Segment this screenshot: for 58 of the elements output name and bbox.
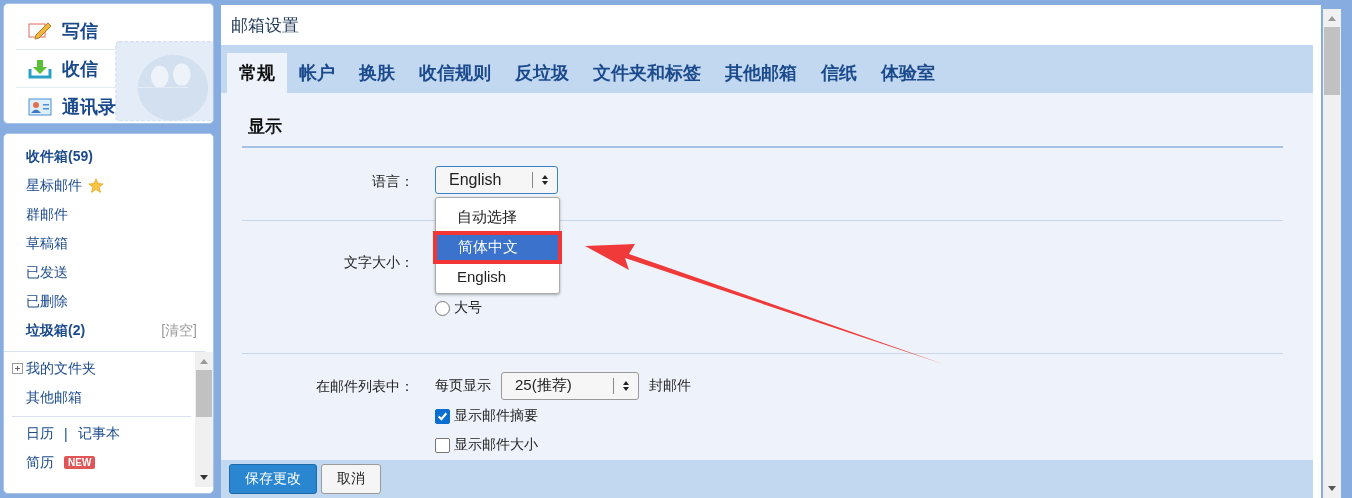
page-title: 邮箱设置 — [230, 14, 300, 37]
pencil-icon — [28, 20, 52, 41]
separator-text: | — [64, 425, 68, 442]
field-label: 文字大小： — [343, 253, 415, 272]
folder-link[interactable]: 星标邮件 — [26, 176, 82, 195]
star-icon — [88, 177, 104, 194]
scrollbar[interactable] — [1323, 9, 1341, 498]
cancel-button[interactable]: 取消 — [321, 463, 381, 494]
scroll-down-icon[interactable] — [1327, 486, 1337, 492]
radio-option[interactable]: 大号 — [435, 293, 482, 323]
settings-tab[interactable]: 信纸 — [809, 52, 869, 93]
expand-icon[interactable] — [12, 363, 23, 374]
dropdown-option[interactable]: English — [436, 264, 559, 288]
settings-tab[interactable]: 收信规则 — [407, 52, 503, 93]
settings-tab[interactable]: 帐户 — [287, 52, 347, 93]
unit-label: 封邮件 — [649, 376, 691, 395]
settings-tab[interactable]: 换肤 — [347, 52, 407, 93]
scroll-thumb[interactable] — [1324, 27, 1340, 95]
calendar-link[interactable]: 日历 — [26, 424, 54, 443]
download-tray-icon — [28, 58, 52, 79]
new-badge: NEW — [64, 456, 96, 469]
folder-link[interactable]: 已删除 — [26, 292, 68, 311]
section-title: 显示 — [242, 92, 1283, 148]
dropdown-option[interactable]: 简体中文 — [437, 234, 558, 260]
checkbox-option[interactable]: 显示邮件大小 — [435, 430, 691, 460]
per-page-select[interactable]: 25(推荐) — [501, 371, 639, 400]
settings-tab[interactable]: 常规 — [227, 52, 287, 93]
scroll-thumb[interactable] — [196, 370, 212, 417]
scroll-up-icon[interactable] — [1327, 15, 1337, 21]
nav-link[interactable]: 通讯录 — [16, 87, 188, 123]
notes-link[interactable]: 记事本 — [77, 424, 120, 443]
folder-link[interactable]: 垃圾箱(2) — [26, 321, 86, 340]
scroll-up-icon[interactable] — [199, 358, 209, 364]
folder-link[interactable]: 群邮件 — [26, 205, 68, 224]
settings-tab[interactable]: 反垃圾 — [503, 52, 581, 93]
up-down-icon — [622, 379, 630, 392]
settings-tab[interactable]: 文件夹和标签 — [581, 52, 713, 93]
folder-link[interactable]: 已发送 — [26, 263, 68, 282]
resume-link[interactable]: 简历 — [26, 453, 54, 472]
field-label: 在邮件列表中： — [315, 376, 415, 396]
dropdown-option[interactable]: 自动选择 — [436, 204, 559, 230]
settings-tab[interactable]: 体验室 — [869, 52, 947, 93]
nav-link[interactable]: 写信 — [16, 12, 188, 49]
settings-tab[interactable]: 其他邮箱 — [713, 52, 809, 93]
checkbox-option[interactable]: 显示邮件摘要 — [435, 401, 691, 431]
folder-link[interactable]: 其他邮箱 — [26, 388, 82, 407]
language-select[interactable]: English — [435, 165, 558, 194]
up-down-icon — [541, 173, 549, 186]
scroll-down-icon[interactable] — [199, 475, 209, 481]
folder-link[interactable]: 收件箱(59) — [26, 147, 93, 166]
contact-card-icon — [28, 96, 52, 117]
per-page-label: 每页显示 — [435, 376, 491, 395]
nav-link[interactable]: 收信 — [16, 49, 188, 87]
save-button[interactable]: 保存更改 — [229, 463, 317, 494]
folder-link[interactable]: 草稿箱 — [26, 234, 68, 253]
scrollbar[interactable] — [195, 352, 213, 487]
folder-link[interactable]: 我的文件夹 — [26, 359, 96, 378]
field-label: 语言： — [371, 171, 415, 191]
